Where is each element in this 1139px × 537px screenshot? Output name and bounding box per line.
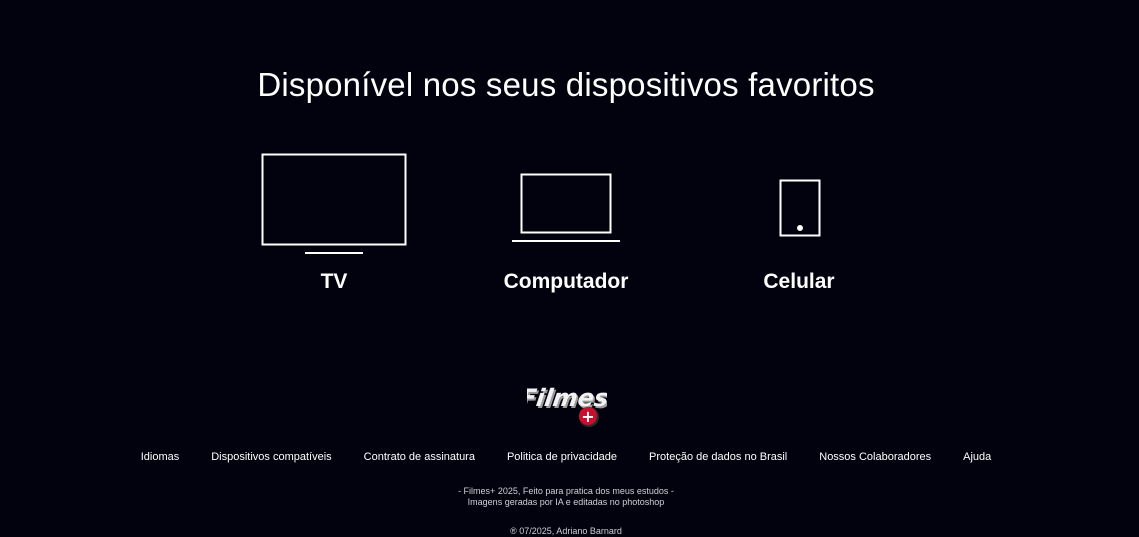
- footer-nav: Idiomas Dispositivos compatíveis Contrat…: [0, 451, 1132, 463]
- tv-icon: [234, 150, 434, 260]
- logo-wordmark: Filmes: [527, 384, 607, 412]
- footer-logo[interactable]: Filmes Filmes +: [518, 378, 612, 430]
- footer-link-idiomas[interactable]: Idiomas: [141, 451, 180, 463]
- device-label-phone: Celular: [763, 270, 835, 293]
- footer-link-privacidade[interactable]: Politica de privacidade: [507, 451, 617, 463]
- footer-link-contrato[interactable]: Contrato de assinatura: [364, 451, 475, 463]
- footer-copyright: ® 07/2025, Adriano Barnard: [510, 526, 622, 536]
- device-label-tv: TV: [320, 270, 348, 293]
- device-label-computer: Computador: [503, 270, 629, 293]
- logo-plus-icon: +: [581, 407, 594, 426]
- footer-note: - Filmes+ 2025, Feito para pratica dos m…: [0, 486, 1132, 508]
- footer-note-line-1: - Filmes+ 2025, Feito para pratica dos m…: [458, 486, 674, 496]
- device-card-phone: Celular: [699, 150, 899, 300]
- footer-note-line-2: Imagens geradas por IA e editadas no pho…: [467, 497, 665, 507]
- device-card-computer: Computador: [466, 150, 666, 300]
- device-card-tv: TV: [234, 150, 434, 300]
- footer-link-ajuda[interactable]: Ajuda: [963, 451, 991, 463]
- page: Disponível nos seus dispositivos favorit…: [0, 0, 1139, 537]
- smartphone-icon: [699, 150, 899, 260]
- devices-section-title: Disponível nos seus dispositivos favorit…: [257, 66, 875, 103]
- footer-link-protecao-dados[interactable]: Proteção de dados no Brasil: [649, 451, 787, 463]
- footer-link-dispositivos[interactable]: Dispositivos compatíveis: [211, 451, 331, 463]
- footer-link-colaboradores[interactable]: Nossos Colaboradores: [819, 451, 931, 463]
- laptop-icon: [466, 150, 666, 260]
